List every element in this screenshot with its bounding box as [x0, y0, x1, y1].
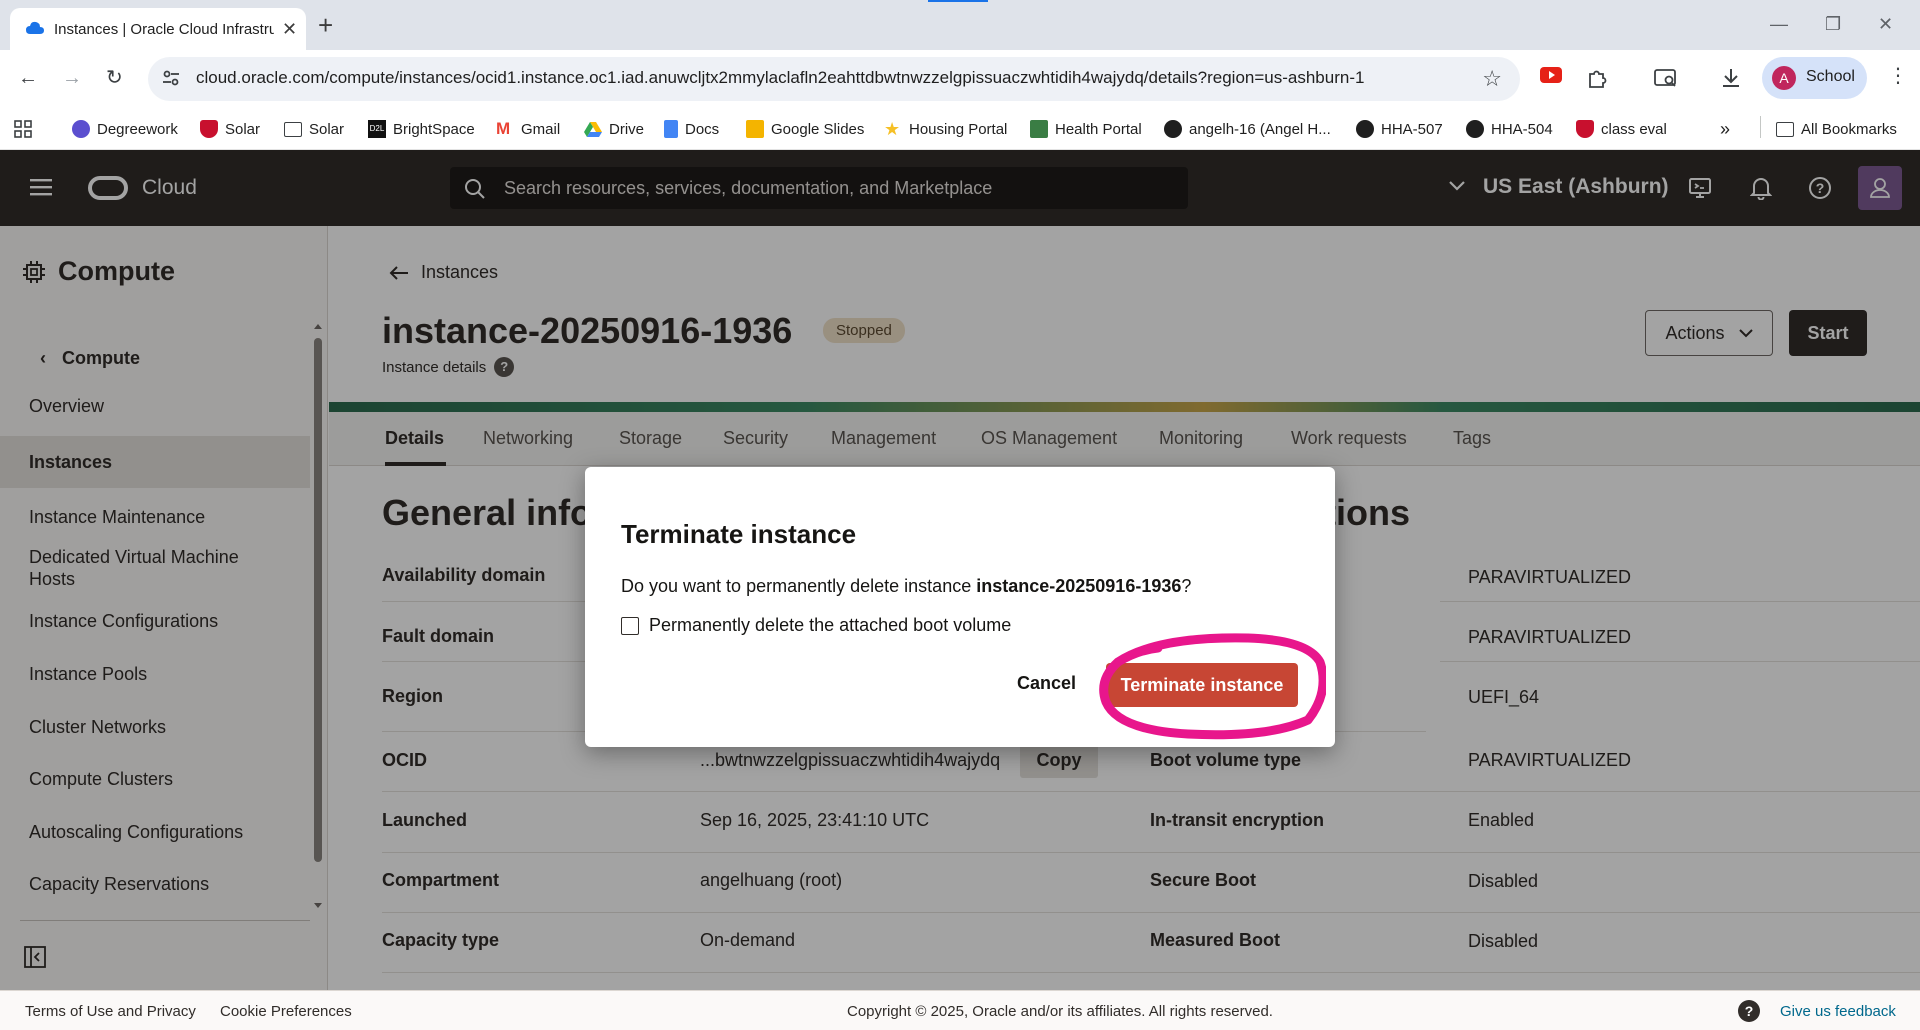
restore-window-icon[interactable]: ❐ [1825, 14, 1841, 35]
dialog-instance-name: instance-20250916-1936 [976, 576, 1182, 596]
bookmark-hha-504[interactable]: HHA-504 [1466, 116, 1553, 142]
bookmark-hha-507[interactable]: HHA-507 [1356, 116, 1443, 142]
site-settings-icon[interactable] [162, 69, 180, 87]
github-icon [1466, 120, 1484, 138]
folder-icon [1776, 121, 1794, 137]
profile-name: School [1806, 68, 1855, 85]
oracle-cloud-favicon-icon [26, 21, 44, 35]
loading-indicator [928, 0, 988, 2]
bookmark-health-portal[interactable]: Health Portal [1030, 116, 1142, 142]
close-window-icon[interactable]: ✕ [1878, 14, 1893, 35]
bookmarks-bar: Degreework Solar Solar D2L BrightSpace MG… [0, 108, 1920, 150]
profile-button[interactable]: A School [1762, 57, 1867, 99]
gmail-icon: M [496, 119, 511, 138]
bookmarks-divider [1760, 116, 1761, 138]
slides-icon [746, 120, 764, 138]
bookmark-brightspace[interactable]: D2L BrightSpace [368, 116, 475, 142]
folder-icon [284, 121, 302, 137]
bookmark-gmail[interactable]: M Gmail [496, 116, 560, 142]
new-tab-icon[interactable]: + [318, 12, 333, 38]
checkbox-label: Permanently delete the attached boot vol… [649, 615, 1012, 635]
tab-search-icon[interactable] [1654, 67, 1678, 89]
youtube-extension-icon[interactable] [1540, 67, 1562, 83]
highlight-circle-annotation [1099, 633, 1326, 740]
cancel-button[interactable]: Cancel [1017, 673, 1076, 694]
apps-grid-icon[interactable] [14, 116, 32, 142]
drive-icon [584, 120, 602, 138]
star-icon: ★ [884, 119, 901, 139]
degreeworks-icon [72, 120, 90, 138]
bookmark-class-eval[interactable]: class eval [1576, 116, 1667, 142]
github-icon [1164, 120, 1182, 138]
github-icon [1356, 120, 1374, 138]
browser-tab-strip: Instances | Oracle Cloud Infrastructure … [0, 0, 1920, 50]
browser-tab-active[interactable]: Instances | Oracle Cloud Infrastructure … [10, 8, 306, 50]
back-arrow-icon[interactable]: ← [18, 68, 38, 88]
profile-avatar: A [1772, 66, 1796, 90]
bookmark-drive[interactable]: Drive [584, 116, 644, 142]
docs-icon [664, 120, 678, 138]
delete-boot-volume-option[interactable]: Permanently delete the attached boot vol… [621, 615, 1011, 636]
close-tab-icon[interactable]: ✕ [282, 20, 297, 38]
dialog-message: Do you want to permanently delete instan… [621, 576, 1192, 596]
bookmark-star-icon[interactable]: ☆ [1482, 66, 1502, 92]
tab-title: Instances | Oracle Cloud Infrastructure [54, 21, 274, 38]
cookie-preferences-link[interactable]: Cookie Preferences [220, 1003, 352, 1020]
copyright-text: Copyright © 2025, Oracle and/or its affi… [847, 1003, 1273, 1020]
browser-toolbar: ← → ↻ cloud.oracle.com/compute/instances… [0, 50, 1920, 108]
bookmark-google-slides[interactable]: Google Slides [746, 116, 864, 142]
feedback-help-icon[interactable]: ? [1738, 1000, 1760, 1022]
terms-link[interactable]: Terms of Use and Privacy [25, 1003, 196, 1020]
d2l-icon: D2L [368, 120, 386, 138]
bookmark-solar-1[interactable]: Solar [200, 116, 260, 142]
bookmark-docs[interactable]: Docs [664, 116, 719, 142]
health-icon [1030, 120, 1048, 138]
forward-arrow-icon[interactable]: → [62, 68, 82, 88]
bookmark-solar-2[interactable]: Solar [284, 116, 344, 142]
delete-boot-volume-checkbox[interactable] [621, 616, 639, 635]
bookmark-degreework[interactable]: Degreework [72, 116, 178, 142]
bookmark-angelh-16[interactable]: angelh-16 (Angel H... [1164, 116, 1331, 142]
page-footer: Terms of Use and Privacy Cookie Preferen… [0, 990, 1920, 1030]
reload-icon[interactable]: ↻ [106, 68, 123, 88]
download-icon[interactable] [1720, 67, 1742, 89]
dialog-title: Terminate instance [621, 519, 857, 549]
browser-menu-icon[interactable]: ⋮ [1888, 66, 1908, 86]
url-text[interactable]: cloud.oracle.com/compute/instances/ocid1… [196, 68, 1364, 88]
shield-icon [200, 120, 218, 138]
shield-icon [1576, 120, 1594, 138]
extensions-puzzle-icon[interactable] [1586, 67, 1608, 89]
all-bookmarks[interactable]: All Bookmarks [1776, 116, 1897, 142]
address-bar[interactable]: cloud.oracle.com/compute/instances/ocid1… [148, 57, 1520, 101]
minimize-window-icon[interactable]: — [1770, 14, 1788, 35]
more-bookmarks-icon[interactable]: » [1720, 116, 1730, 142]
give-feedback-link[interactable]: Give us feedback [1780, 1003, 1896, 1020]
bookmark-housing-portal[interactable]: ★ Housing Portal [884, 116, 1007, 142]
